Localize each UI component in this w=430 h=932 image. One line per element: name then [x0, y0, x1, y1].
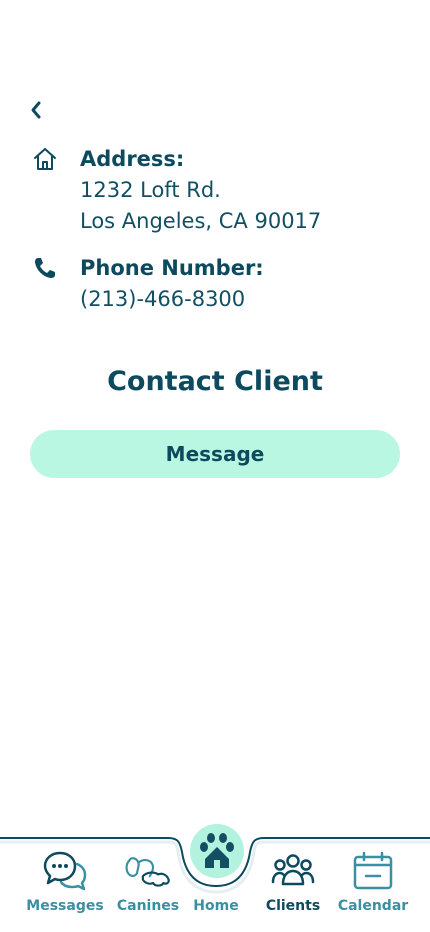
nav-clients-label: Clients	[265, 898, 321, 914]
nav-home[interactable]	[190, 824, 244, 878]
address-line-1: 1232 Loft Rd.	[80, 178, 221, 202]
phone-section: Phone Number: (213)-466-8300	[32, 253, 264, 315]
chevron-left-icon	[31, 101, 41, 119]
nav-canines-label: Canines	[116, 898, 180, 914]
address-label: Address:	[80, 147, 185, 171]
people-icon	[271, 854, 315, 886]
chat-bubbles-icon	[43, 851, 87, 891]
calendar-icon	[353, 851, 393, 890]
paw-house-icon	[200, 833, 234, 868]
dog-icon	[125, 857, 170, 887]
nav-home-label: Home	[193, 898, 239, 914]
phone-icon	[35, 258, 55, 278]
nav-messages-label: Messages	[26, 898, 104, 914]
phone-number[interactable]: (213)-466-8300	[80, 284, 264, 315]
nav-messages[interactable]: Messages	[25, 850, 105, 914]
phone-label: Phone Number:	[80, 256, 264, 280]
message-button[interactable]: Message	[30, 430, 400, 478]
back-button[interactable]	[22, 96, 50, 124]
nav-clients[interactable]: Clients	[253, 850, 333, 914]
nav-calendar[interactable]: Calendar	[333, 850, 413, 914]
address-section: Address: 1232 Loft Rd. Los Angeles, CA 9…	[32, 144, 321, 237]
home-icon	[34, 148, 56, 170]
address-line-2: Los Angeles, CA 90017	[80, 209, 322, 233]
nav-calendar-label: Calendar	[337, 898, 409, 914]
contact-client-title: Contact Client	[107, 366, 323, 397]
